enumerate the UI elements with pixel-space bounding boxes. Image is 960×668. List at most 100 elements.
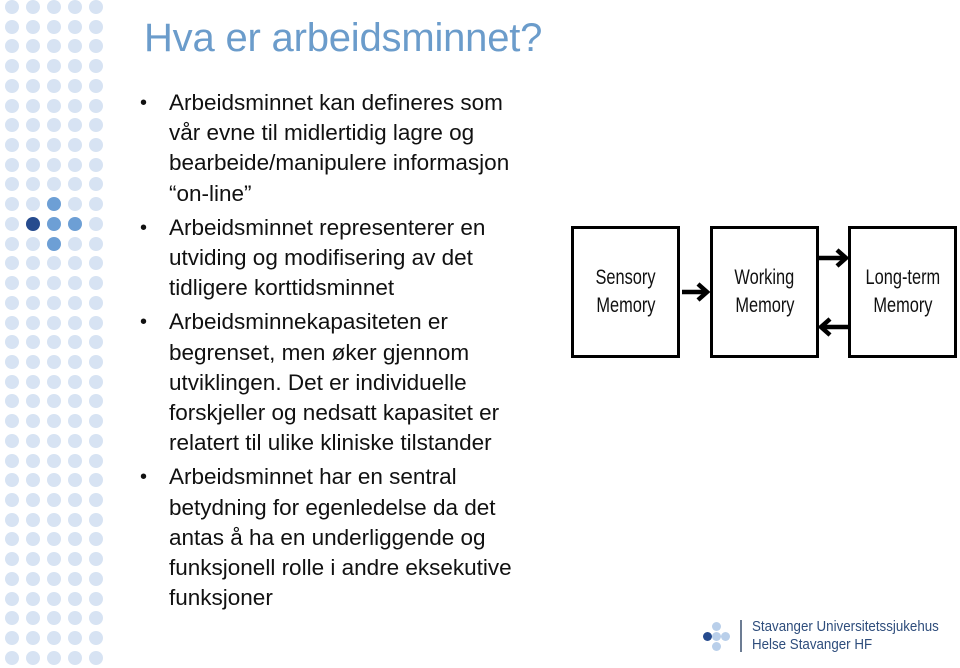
decorative-dot <box>89 355 103 369</box>
decorative-dot <box>47 177 61 191</box>
decorative-dot <box>5 276 19 290</box>
decorative-dot-medium <box>68 217 82 231</box>
decorative-dot <box>5 0 19 14</box>
decorative-dot <box>26 138 40 152</box>
decorative-dot-grid <box>0 0 110 668</box>
decorative-dot <box>47 513 61 527</box>
bullet-line: Arbeidsminnet kan defineres som <box>169 90 503 115</box>
decorative-dot <box>68 276 82 290</box>
bullet-line: antas å ha en underliggende og <box>169 524 486 550</box>
decorative-dot <box>89 532 103 546</box>
decorative-dot <box>5 493 19 507</box>
long-term-memory-box: Long-term Memory <box>848 226 957 358</box>
decorative-dot <box>26 552 40 566</box>
slide-title: Hva er arbeidsminnet? <box>144 16 543 60</box>
decorative-dot-medium <box>47 237 61 251</box>
decorative-dot <box>47 631 61 645</box>
bullet-line: bearbeide/manipulere informasjon <box>169 150 510 176</box>
working-memory-box: Working Memory <box>710 226 819 358</box>
decorative-dot <box>5 256 19 270</box>
decorative-dot <box>68 552 82 566</box>
bullet-icon: • <box>140 466 148 489</box>
decorative-dot <box>5 651 19 665</box>
arrow-longterm-to-working <box>817 317 848 337</box>
bullet-item-definition: • Arbeidsminnet kan defineres som vår ev… <box>140 88 560 209</box>
decorative-dot <box>47 20 61 34</box>
decorative-dot <box>5 296 19 310</box>
decorative-dot <box>68 138 82 152</box>
decorative-dot <box>89 651 103 665</box>
bullet-icon: • <box>140 92 148 114</box>
decorative-dot <box>68 532 82 546</box>
decorative-dot <box>5 434 19 448</box>
decorative-dot <box>5 572 19 586</box>
decorative-dot <box>47 572 61 586</box>
decorative-dot <box>47 473 61 487</box>
bullet-item-capacity: • Arbeidsminnekapasiteten er begrenset, … <box>140 307 560 458</box>
decorative-dot <box>68 59 82 73</box>
sensory-memory-box: Sensory Memory <box>571 226 680 358</box>
logo-dot-icon <box>703 632 712 641</box>
decorative-dot <box>5 513 19 527</box>
decorative-dot <box>47 316 61 330</box>
decorative-dot <box>89 99 103 113</box>
bullet-line: utviding og modifisering av det <box>169 245 473 271</box>
logo-divider <box>740 620 742 652</box>
long-term-memory-label-line1: Long-term <box>865 266 940 289</box>
decorative-dot <box>68 20 82 34</box>
decorative-dot <box>89 79 103 93</box>
decorative-dot <box>26 434 40 448</box>
decorative-dot <box>89 454 103 468</box>
decorative-dot <box>68 414 82 428</box>
decorative-dot <box>5 177 19 191</box>
decorative-dot <box>26 651 40 665</box>
decorative-dot <box>68 493 82 507</box>
sensory-memory-label-line2: Memory <box>595 294 656 317</box>
decorative-dot <box>47 414 61 428</box>
decorative-dot <box>26 79 40 93</box>
logo-dot-icon <box>721 632 730 641</box>
decorative-dot <box>68 39 82 53</box>
logo-dot-icon <box>712 632 721 641</box>
bullet-icon: • <box>140 311 148 334</box>
decorative-dot <box>47 434 61 448</box>
decorative-dot <box>47 532 61 546</box>
decorative-dot <box>89 316 103 330</box>
decorative-dot <box>68 118 82 132</box>
decorative-dot <box>47 59 61 73</box>
working-memory-label-line1: Working <box>734 266 795 289</box>
decorative-dot <box>26 177 40 191</box>
decorative-dot-medium <box>47 197 61 211</box>
decorative-dot <box>89 158 103 172</box>
bullet-item-executive-function: • Arbeidsminnet har en sentral betydning… <box>140 462 560 613</box>
decorative-dot <box>68 394 82 408</box>
decorative-dot <box>5 394 19 408</box>
decorative-dot <box>89 118 103 132</box>
decorative-dot <box>26 197 40 211</box>
decorative-dot <box>89 493 103 507</box>
decorative-dot <box>26 20 40 34</box>
decorative-dot <box>68 592 82 606</box>
decorative-dot-dark <box>26 217 40 231</box>
bullet-line: funksjonell rolle i andre eksekutive <box>169 555 512 581</box>
decorative-dot <box>47 0 61 14</box>
decorative-dot <box>89 394 103 408</box>
decorative-dot <box>89 552 103 566</box>
hospital-logo: Stavanger Universitetssjukehus Helse Sta… <box>698 612 958 660</box>
bullet-line: forskjeller og nedsatt kapasitet er <box>169 400 500 426</box>
decorative-dot <box>47 39 61 53</box>
decorative-dot <box>68 611 82 625</box>
decorative-dot <box>68 454 82 468</box>
decorative-dot <box>68 177 82 191</box>
sensory-memory-label-line1: Sensory <box>595 266 656 289</box>
decorative-dot <box>47 611 61 625</box>
bullet-icon: • <box>140 216 148 239</box>
decorative-dot <box>89 256 103 270</box>
decorative-dot <box>89 20 103 34</box>
decorative-dot <box>5 316 19 330</box>
decorative-dot-medium <box>47 217 61 231</box>
decorative-dot <box>5 79 19 93</box>
decorative-dot <box>26 611 40 625</box>
bullet-list: • Arbeidsminnet kan defineres som vår ev… <box>140 88 560 617</box>
decorative-dot <box>47 394 61 408</box>
